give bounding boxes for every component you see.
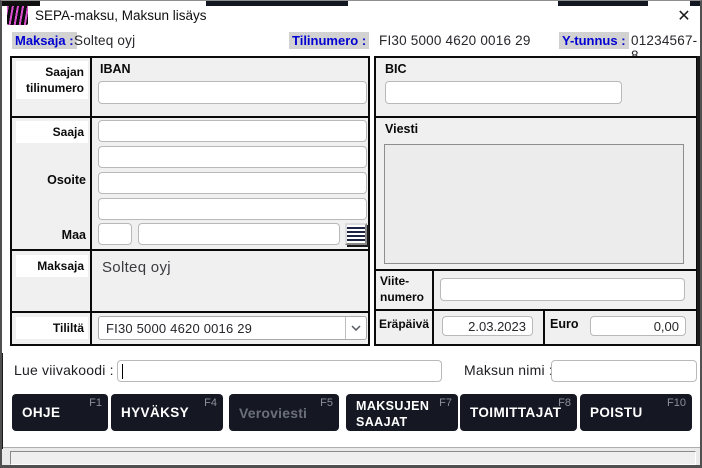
account-header-value: FI30 5000 4620 0016 29 [379, 33, 531, 48]
sepa-payment-window: SEPA-maksu, Maksun lisäys ✕ Maksaja : So… [0, 0, 702, 468]
suppliers-button[interactable]: TOIMITTAJATF8 [460, 394, 577, 431]
status-message-field [10, 451, 696, 465]
status-bar [2, 447, 700, 467]
from-account-label: Tililtä [16, 317, 88, 339]
from-account-select[interactable]: FI30 5000 4620 0016 29 [98, 316, 367, 340]
barcode-input[interactable] [117, 360, 442, 382]
reference-number-input[interactable] [440, 278, 685, 301]
text-caret [122, 364, 123, 379]
window-title: SEPA-maksu, Maksun lisäys [35, 8, 207, 23]
app-icon [7, 5, 28, 25]
recipient-label: Saaja [16, 121, 88, 143]
country-label: Maa [62, 228, 86, 242]
recipient-address-row: Saaja Osoite Maa [12, 118, 368, 251]
iban-label: IBAN [100, 62, 131, 76]
close-icon[interactable]: ✕ [672, 6, 696, 28]
background-window-fragment [2, 1, 40, 6]
fkey-label: F7 [439, 397, 452, 411]
background-window-fragment [0, 353, 3, 449]
recipient-name-input-2[interactable] [98, 146, 367, 168]
recipient-name-input-1[interactable] [98, 120, 367, 142]
payment-name-label: Maksun nimi : [464, 362, 553, 378]
background-window-fragment [558, 1, 648, 6]
bic-label: BIC [385, 62, 407, 76]
recipient-account-label: Saajan tilinumero [16, 61, 88, 99]
due-date-input[interactable] [442, 316, 533, 336]
payment-name-input[interactable] [551, 360, 697, 382]
account-header-label: Tilinumero : [289, 32, 369, 49]
help-button[interactable]: OHJEF1 [12, 394, 108, 431]
background-window-fragment [690, 1, 702, 6]
bic-input[interactable] [385, 81, 622, 104]
background-window-fragment [697, 56, 701, 346]
bic-row: BIC [376, 58, 696, 118]
reference-label: Viite- numero [380, 274, 424, 305]
reference-row: Viite- numero [376, 271, 696, 311]
accept-button[interactable]: HYVÄKSYF4 [111, 394, 223, 431]
amount-input[interactable] [590, 316, 686, 336]
from-account-selected-value: FI30 5000 4620 0016 29 [99, 321, 345, 336]
message-group-box: BIC Viesti Viite- numero Eräpäivä [374, 56, 698, 346]
business-id-header-label: Y-tunnus : [559, 32, 629, 49]
amount-label: Euro [550, 317, 578, 331]
message-textarea[interactable] [384, 144, 684, 264]
recipient-group-box: Saajan tilinumero IBAN Saaja Osoite Maa [10, 56, 370, 346]
fkey-label: F8 [558, 397, 571, 409]
iban-input[interactable] [98, 81, 367, 104]
exit-button[interactable]: POISTUF10 [580, 394, 692, 431]
payer-header-label: Maksaja : [12, 32, 77, 49]
due-date-label: Eräpäivä [379, 317, 429, 331]
message-label: Viesti [385, 122, 418, 136]
from-account-row: Tililtä FI30 5000 4620 0016 29 [12, 313, 368, 344]
message-row: Viesti [376, 118, 696, 271]
fkey-label: F1 [89, 397, 102, 409]
fkey-label: F4 [204, 397, 217, 409]
payment-recipients-button[interactable]: MAKSUJEN SAAJATF7 [346, 394, 458, 431]
payer-value: Solteq oyj [102, 259, 171, 276]
due-date-amount-row: Eräpäivä Euro [376, 311, 696, 344]
country-browse-list-icon[interactable] [345, 223, 367, 245]
payer-header-value: Solteq oyj [74, 33, 135, 48]
payer-row: Maksaja Solteq oyj [12, 251, 368, 313]
chevron-down-icon [346, 325, 366, 331]
country-name-input[interactable] [138, 223, 340, 245]
recipient-account-row: Saajan tilinumero IBAN [12, 58, 368, 118]
address-input-2[interactable] [98, 198, 367, 220]
country-code-input[interactable] [98, 223, 132, 245]
tax-message-button: VeroviestiF5 [229, 394, 339, 431]
barcode-label: Lue viivakoodi : [14, 362, 114, 378]
address-input-1[interactable] [98, 172, 367, 194]
fkey-label: F10 [667, 397, 686, 409]
address-label: Osoite [47, 173, 86, 187]
payer-label: Maksaja [16, 255, 88, 277]
fkey-label: F5 [320, 397, 333, 409]
background-window-fragment [206, 1, 348, 6]
